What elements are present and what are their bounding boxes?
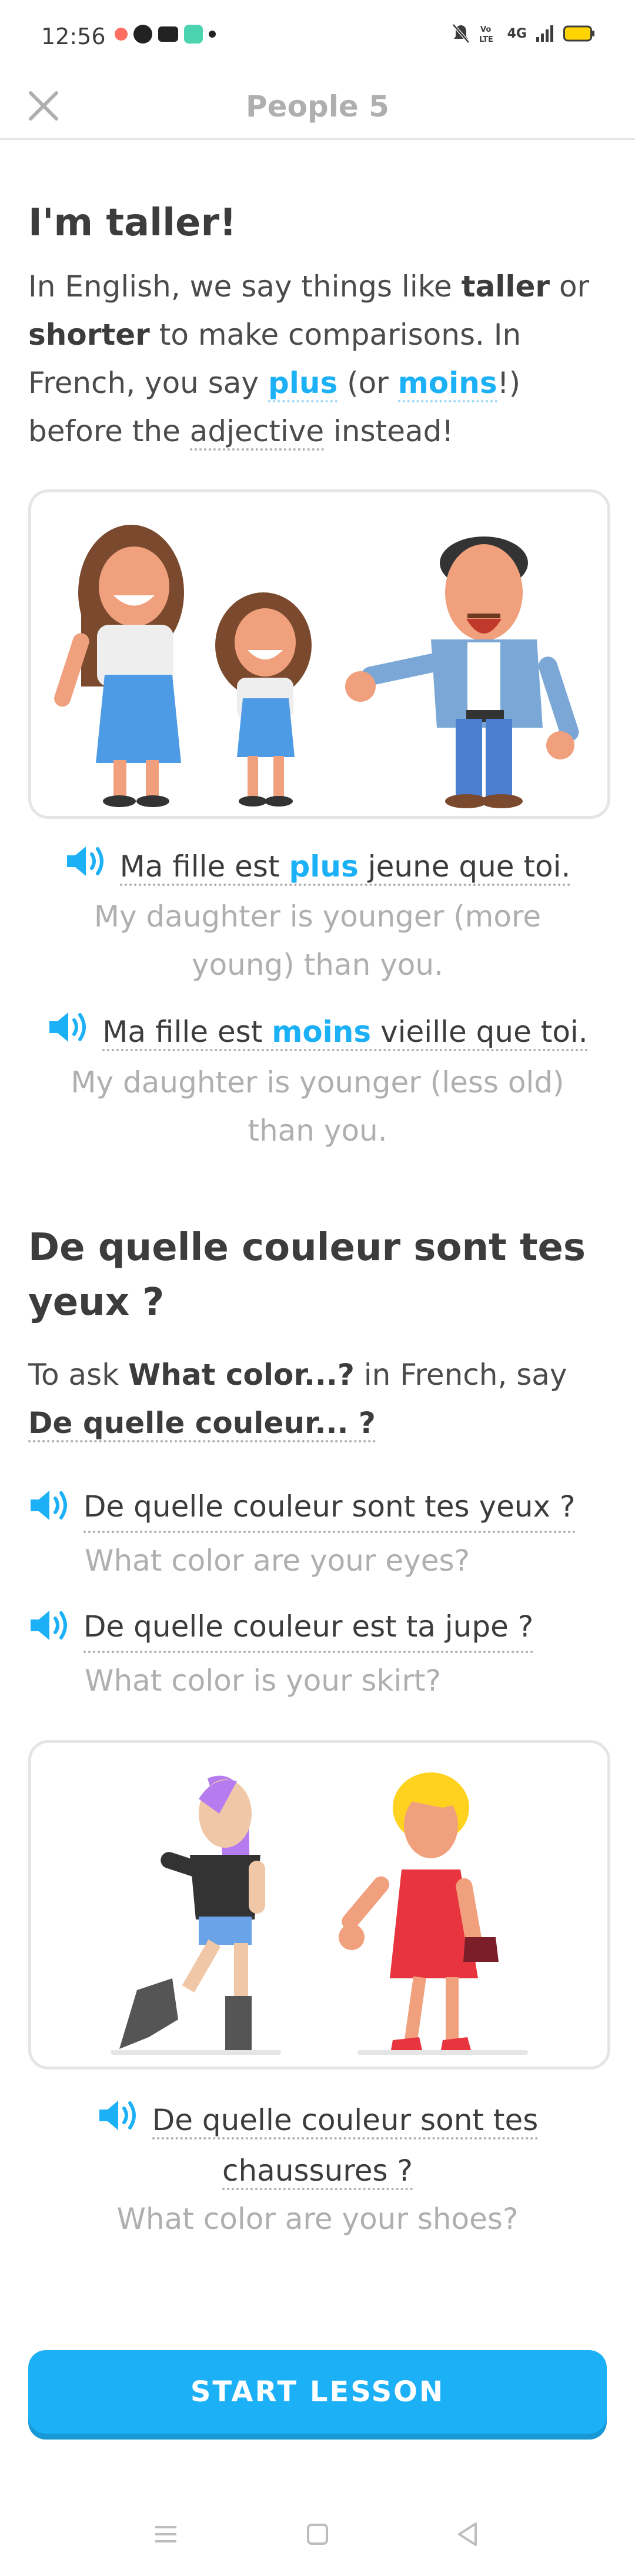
example-french: Ma fille est moins vieille que toi. (28, 1008, 607, 1058)
example-translation: What color is your skirt? (85, 1664, 442, 1698)
menu-nav-icon[interactable] (153, 2524, 179, 2545)
status-bar: 12:56 Vo LTE 4G (0, 0, 635, 76)
french-sentence[interactable]: De quelle couleur sont tes yeux ? (83, 1482, 576, 1534)
french-sentence[interactable]: De quelle couleur est ta jupe ? (83, 1602, 534, 1654)
volte-icon: VoLTE (479, 25, 493, 44)
speaker-button[interactable] (65, 844, 109, 892)
fashion-image (111, 1772, 528, 2055)
example-item: Ma fille est moins vieille que toi. My d… (28, 1008, 607, 1155)
example-translation: What color are your shoes? (116, 2201, 519, 2236)
family-image (54, 524, 579, 808)
signal-icon (536, 25, 553, 42)
example-translation: My daughter is younger (more young) than… (93, 899, 542, 982)
example-item: De quelle couleur sont tes chaussures ? … (28, 2096, 607, 2243)
speaker-icon (99, 2100, 136, 2130)
example-item: De quelle couleur sont tes yeux ? What c… (28, 1482, 607, 1585)
app-notification-icon (115, 28, 128, 41)
section-intro: In English, we say things like taller or… (28, 262, 607, 455)
svg-text:LTE: LTE (479, 35, 493, 44)
youtube-icon (158, 26, 178, 42)
example-item: Ma fille est plus jeune que toi. My daug… (28, 842, 607, 989)
example-french: De quelle couleur sont tes yeux ? (28, 1482, 607, 1537)
mute-icon (452, 24, 470, 44)
tips-content: I'm taller! In English, we say things li… (28, 138, 610, 2243)
back-nav-icon[interactable] (456, 2521, 479, 2547)
keyword-plus[interactable]: plus (268, 365, 338, 402)
speaker-button[interactable] (97, 2098, 142, 2147)
french-sentence[interactable]: De quelle couleur sont tes chaussures ? (152, 2103, 539, 2190)
example-translation: My daughter is younger (less old) than y… (71, 1065, 564, 1148)
keyword-moins[interactable]: moins (397, 365, 497, 402)
app-notification-icon (184, 25, 203, 44)
hint-phrase[interactable]: De quelle couleur... ? (28, 1406, 376, 1443)
system-nav-bar (0, 2494, 635, 2576)
section-intro: To ask What color...? in French, say De … (28, 1351, 607, 1447)
page-title: People 5 (246, 89, 389, 124)
speaker-icon (31, 1611, 67, 1641)
french-sentence[interactable]: Ma fille est moins vieille que toi. (102, 1015, 588, 1052)
example-french: Ma fille est plus jeune que toi. (28, 842, 607, 893)
section-title: I'm taller! (28, 201, 237, 245)
status-app-icons (115, 25, 216, 44)
hint-word[interactable]: adjective (189, 414, 325, 451)
example-item: De quelle couleur est ta jupe ? What col… (28, 1602, 607, 1705)
fashion-illustration (28, 1740, 610, 2070)
example-french: De quelle couleur est ta jupe ? (28, 1602, 607, 1657)
battery-icon (563, 25, 594, 42)
example-french: De quelle couleur sont tes chaussures ? (63, 2096, 572, 2195)
speaker-button[interactable] (28, 1608, 73, 1657)
speaker-button[interactable] (28, 1488, 73, 1537)
status-indicators: Vo LTE 4G (452, 24, 595, 44)
example-translation: What color are your eyes? (85, 1544, 470, 1578)
network-type: 4G (507, 26, 527, 41)
svg-text:Vo: Vo (480, 25, 491, 34)
start-lesson-button[interactable]: START LESSON (28, 2350, 607, 2434)
home-nav-icon[interactable] (306, 2522, 329, 2546)
app-notification-icon (133, 25, 152, 44)
status-time: 12:56 (41, 24, 106, 49)
header: People 5 (0, 76, 635, 140)
more-dot-icon (209, 31, 216, 38)
french-sentence[interactable]: Ma fille est plus jeune que toi. (119, 849, 571, 886)
speaker-icon (49, 1012, 86, 1042)
family-illustration (28, 489, 610, 819)
speaker-button[interactable] (47, 1010, 92, 1058)
section-title: De quelle couleur sont tes yeux ? (28, 1225, 586, 1324)
speaker-icon (66, 847, 103, 877)
speaker-icon (31, 1491, 67, 1521)
